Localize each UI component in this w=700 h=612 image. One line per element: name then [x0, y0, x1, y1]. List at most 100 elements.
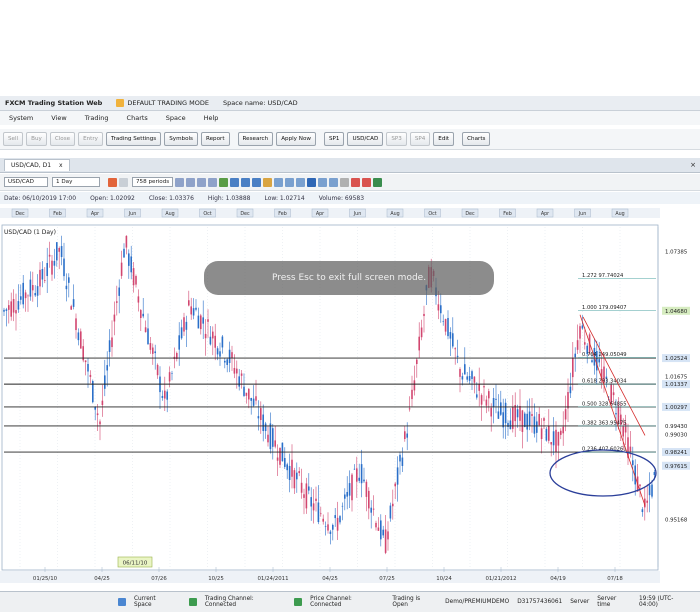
layout-icon[interactable]	[241, 177, 251, 187]
circle-tool-icon[interactable]	[340, 177, 350, 187]
candle-body	[406, 433, 408, 438]
symbols-button[interactable]: Symbols	[164, 132, 198, 146]
save-icon[interactable]	[307, 177, 317, 187]
menu-space[interactable]: Space	[157, 114, 195, 122]
fib-level-label: 1.000 179.09407	[582, 305, 627, 311]
app-title: FXCM Trading Station Web	[5, 99, 103, 107]
candle-body	[392, 503, 394, 507]
brush-icon[interactable]	[318, 177, 328, 187]
date-label: 07/26	[151, 576, 167, 582]
menu-trading[interactable]: Trading	[76, 114, 118, 122]
space-sp4-button[interactable]: SP4	[409, 132, 431, 146]
candle-body	[238, 376, 240, 387]
draw-icon[interactable]	[329, 177, 339, 187]
close-icon[interactable]: ×	[690, 161, 696, 169]
dropdown-icon[interactable]	[119, 177, 128, 187]
table-icon[interactable]	[252, 177, 262, 187]
zoom-in-icon[interactable]	[186, 177, 196, 187]
candle-body	[490, 407, 492, 417]
top-month-label: Apr	[316, 211, 324, 217]
charts-button[interactable]: Charts	[462, 132, 491, 146]
apply-now-button[interactable]: Apply Now	[276, 132, 316, 146]
trading-settings-button[interactable]: Trading Settings	[105, 132, 162, 146]
info-open: Open: 1.02092	[90, 194, 135, 202]
delete-icon[interactable]	[351, 177, 361, 187]
candle-body	[377, 527, 380, 531]
candle-body	[308, 486, 310, 491]
candle-body	[416, 359, 418, 365]
buy-button[interactable]: Buy	[26, 132, 47, 146]
price-label: 1.02524	[665, 356, 688, 362]
candle-body	[324, 526, 327, 527]
candle-body	[188, 300, 190, 306]
date-label: 10/25	[208, 576, 224, 582]
candle-body	[240, 373, 243, 376]
menu-charts[interactable]: Charts	[118, 114, 157, 122]
zoom-out-icon[interactable]	[175, 177, 185, 187]
candle-body	[12, 299, 15, 313]
chart-tab-bar: USD/CAD, D1 x ×	[0, 158, 700, 173]
status-trading-channel: Trading Channel: Connected	[204, 596, 254, 608]
trading-mode: DEFAULT TRADING MODE	[127, 99, 209, 107]
tab-usdcad-d1[interactable]: USD/CAD, D1 x	[4, 159, 70, 171]
candle-body	[252, 398, 255, 406]
menu-help[interactable]: Help	[195, 114, 228, 122]
price-label: 1.07385	[665, 249, 687, 255]
entry-button[interactable]: Entry	[78, 132, 103, 146]
sell-button[interactable]: Sell	[3, 132, 24, 146]
symbol-select[interactable]: USD/CAD	[4, 177, 48, 187]
edit-button[interactable]: Edit	[433, 132, 455, 146]
candle-body	[197, 315, 200, 329]
grid-icon[interactable]	[230, 177, 240, 187]
close-button[interactable]: Close	[49, 132, 76, 146]
space-sp3-button[interactable]: SP3	[386, 132, 407, 146]
candle-body	[466, 376, 468, 380]
candle-body	[140, 310, 142, 319]
menu-system[interactable]: System	[0, 114, 42, 122]
date-label: 04/25	[322, 576, 338, 582]
candle-body	[500, 402, 502, 415]
report-button[interactable]: Report	[200, 132, 230, 146]
candle-body	[488, 391, 490, 399]
indicator-icon[interactable]	[219, 177, 229, 187]
candle-body	[164, 390, 166, 399]
info-close: Close: 1.03376	[148, 194, 194, 202]
candle-body	[598, 359, 600, 363]
space-usdcad-button[interactable]: USD/CAD	[347, 132, 384, 146]
menu-view[interactable]: View	[42, 114, 75, 122]
candle-body	[524, 413, 526, 427]
candle-body	[293, 470, 296, 489]
pencil-icon[interactable]	[263, 177, 273, 187]
periods-input[interactable]: 758 periods	[132, 177, 174, 187]
candle-body	[555, 429, 557, 453]
channel-tool-icon[interactable]	[285, 177, 295, 187]
candle-body	[516, 409, 519, 418]
candle-body	[471, 371, 473, 379]
candle-body	[267, 434, 269, 443]
zoom-icon[interactable]	[197, 177, 207, 187]
close-icon[interactable]: x	[59, 162, 63, 169]
research-button[interactable]: Research	[237, 132, 274, 146]
timeframe-select[interactable]: 1 Day	[52, 177, 100, 187]
candle-body	[528, 411, 531, 426]
candle-body	[269, 423, 272, 450]
candle-body	[96, 413, 99, 416]
top-month-label: Aug	[390, 211, 399, 217]
fibonacci-icon[interactable]	[296, 177, 306, 187]
candle-body	[279, 447, 281, 465]
candle-body	[365, 481, 368, 497]
line-tool-icon[interactable]	[274, 177, 284, 187]
candle-body	[111, 337, 113, 348]
candle-body	[276, 457, 279, 461]
search-icon[interactable]	[208, 177, 218, 187]
status-current-space[interactable]: Current Space	[134, 596, 175, 608]
candle-body	[401, 457, 404, 466]
candle-body	[68, 277, 70, 283]
user-icon[interactable]	[373, 177, 383, 187]
candle-body	[449, 332, 452, 339]
chart-type-icon[interactable]	[108, 177, 117, 187]
space-sp1-button[interactable]: SP1	[323, 132, 345, 146]
price-label: 1.01675	[665, 375, 687, 381]
eraser-icon[interactable]	[362, 177, 372, 187]
candle-body	[639, 484, 641, 487]
